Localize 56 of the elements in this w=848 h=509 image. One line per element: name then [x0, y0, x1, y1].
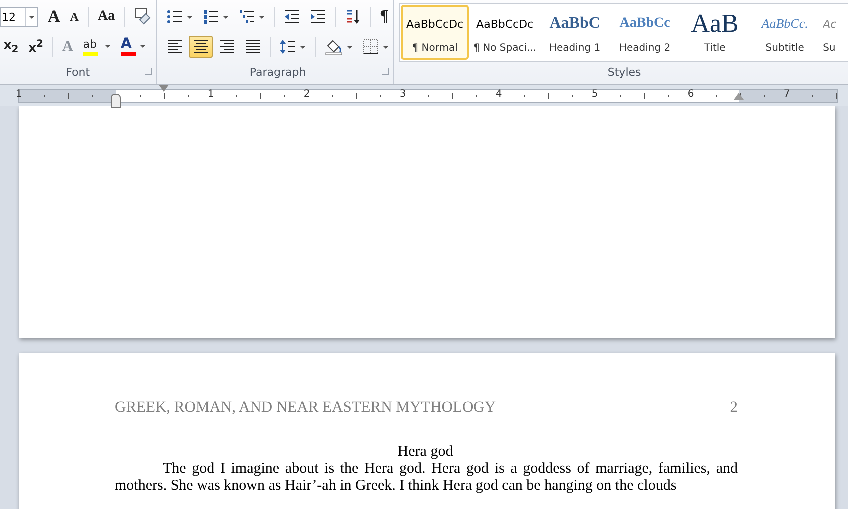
ruler-number: 2	[303, 89, 311, 100]
dropdown-caret-icon	[28, 16, 34, 18]
paint-bucket-icon	[325, 39, 344, 55]
ruler-number: 4	[495, 89, 503, 100]
show-marks-button[interactable]: ¶	[376, 6, 393, 28]
style-tile[interactable]: AaBbCcDc ¶ Normal	[401, 5, 470, 60]
dropdown-caret-icon	[300, 46, 306, 48]
shrink-font-button[interactable]: A	[66, 6, 83, 28]
group-label: Paragraph	[250, 66, 306, 78]
numbering-icon	[203, 9, 220, 25]
align-center-button[interactable]	[189, 36, 214, 58]
grow-font-button[interactable]: A	[44, 6, 64, 28]
document-title: Hera god	[398, 444, 454, 460]
ruler-number: 6	[687, 89, 695, 100]
superscript-button[interactable]: x$^{2}$	[24, 36, 48, 58]
page-number: 2	[730, 399, 738, 417]
ruler-number: 1	[15, 89, 23, 100]
style-tile[interactable]: AaBbC Heading 1	[541, 5, 610, 60]
hanging-indent-marker[interactable]	[111, 94, 121, 108]
dropdown-caret-icon	[105, 44, 112, 48]
dropdown-caret-icon	[187, 16, 194, 18]
bullets-icon	[167, 9, 184, 25]
ruler-number: 7	[783, 89, 791, 100]
multilevel-icon	[239, 9, 256, 25]
subscript-button[interactable]: x$_{2}$	[0, 36, 23, 58]
style-tile[interactable]: AaBbCcDc ¶ No Spaci...	[471, 5, 540, 60]
align-right-icon	[219, 40, 236, 54]
indent-icon	[310, 9, 326, 25]
ruler-number: 3	[399, 89, 407, 100]
dropdown-caret-icon	[140, 44, 146, 48]
style-tile[interactable]: AaBbCc. Subtitle	[751, 5, 820, 60]
ruler-number: 1	[207, 89, 215, 100]
align-center-icon	[193, 40, 210, 54]
font-color-button[interactable]: A	[117, 36, 150, 58]
style-tile[interactable]: AaBbCc Heading 2	[611, 5, 680, 60]
style-tile[interactable]: AaB Title	[681, 5, 750, 60]
justify-icon	[245, 40, 262, 54]
font-size-field[interactable]: 12	[0, 7, 38, 27]
first-line-indent-marker[interactable]	[159, 85, 169, 92]
sort-arrow-icon	[345, 9, 362, 25]
group-label: Font	[66, 66, 90, 78]
outdent-icon	[284, 9, 300, 25]
page-header: GREEK, ROMAN, AND NEAR EASTERN MYTHOLOGY	[115, 399, 496, 417]
group-label: Styles	[608, 66, 642, 78]
body-paragraph: The god I imagine about is the Hera god. Hera god is a goddess of marriage, families, and mothers. She was known as Hair’-ah in Greek. I think Hera god can be hanging on the clouds	[115, 461, 738, 495]
dropdown-caret-icon	[223, 16, 230, 18]
change-case-button[interactable]: Aa	[94, 6, 120, 28]
dropdown-caret-icon	[259, 16, 266, 18]
dropdown-caret-icon	[347, 46, 354, 48]
ruler-number: 5	[591, 89, 599, 100]
spacing-icon	[280, 39, 296, 55]
align-left-icon	[167, 40, 184, 54]
borders-icon	[363, 39, 380, 55]
eraser-icon	[134, 8, 152, 26]
highlight-button[interactable]: ab	[79, 36, 116, 58]
dropdown-caret-icon	[383, 46, 390, 48]
